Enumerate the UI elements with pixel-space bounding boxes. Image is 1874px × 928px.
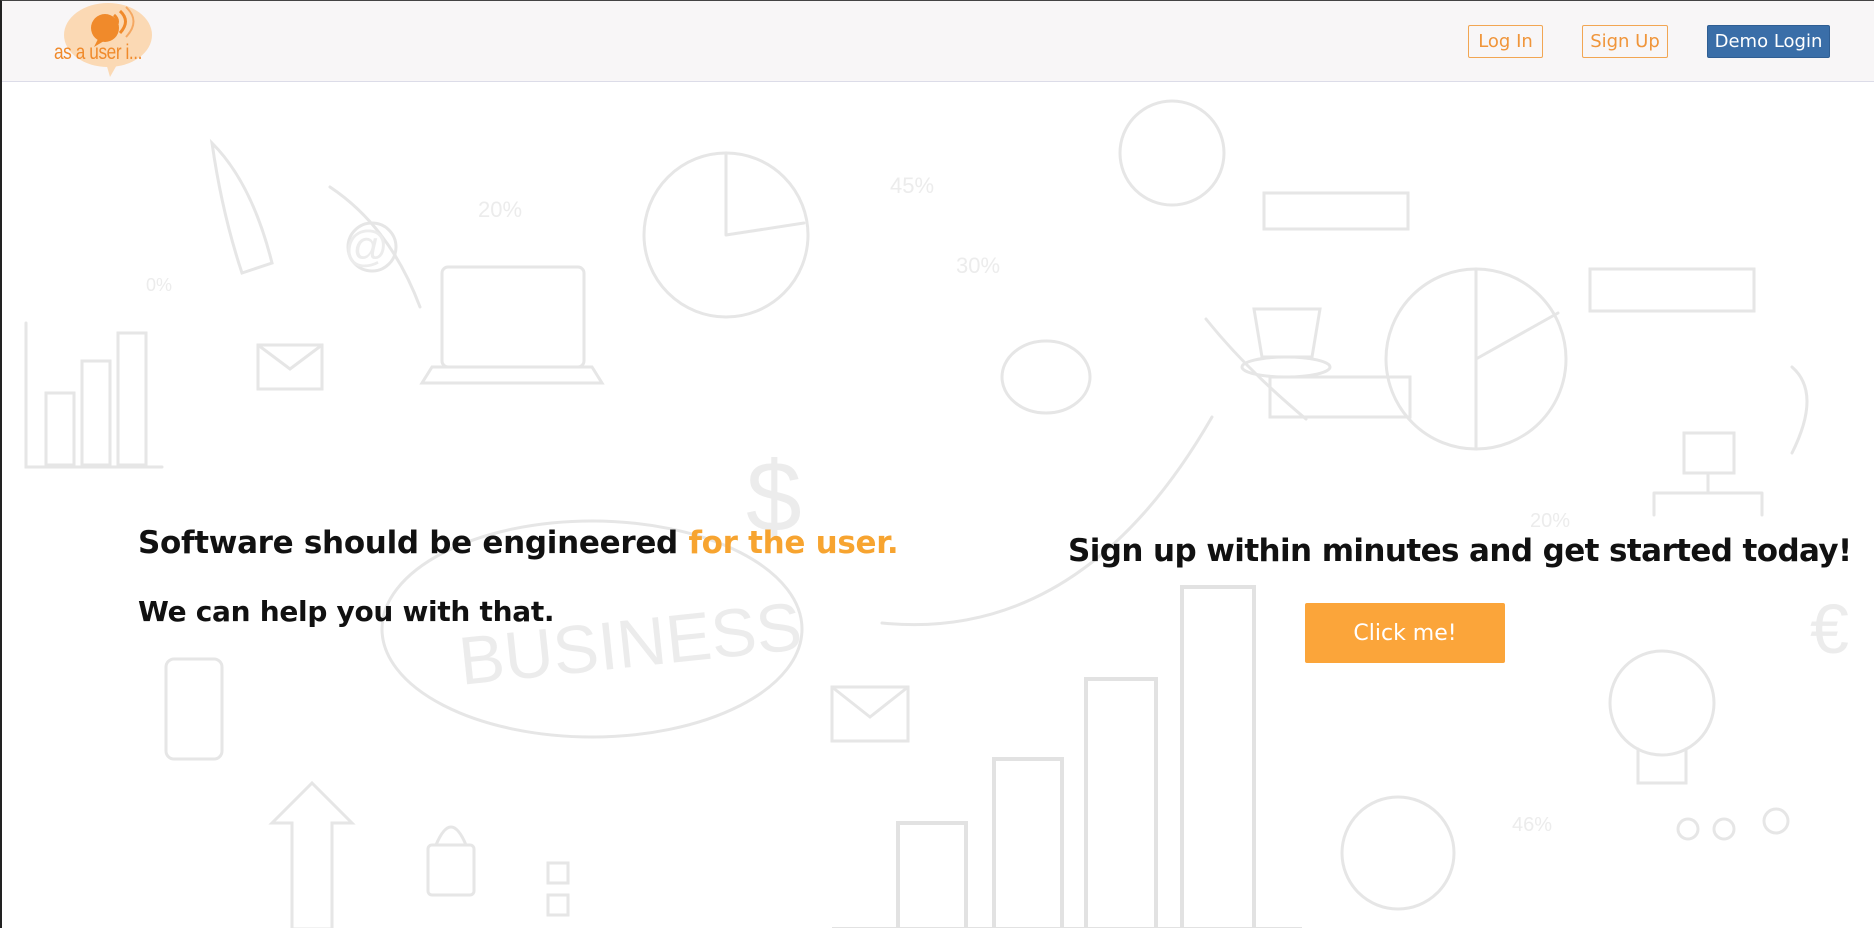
login-button[interactable]: Log In — [1468, 25, 1543, 58]
euro-doodle: € — [1810, 590, 1849, 668]
hero-tagline: Software should be engineered for the us… — [138, 525, 899, 561]
top-navbar: as a user i... Log In Sign Up Demo Login — [2, 1, 1874, 82]
percent-doodle: 46% — [1512, 814, 1552, 836]
hero-section: BUSINESS $ @ € 45% 30% 20% 46% 20% 0% So… — [2, 83, 1874, 928]
percent-doodle: 20% — [478, 197, 522, 222]
percent-doodle: 20% — [1530, 510, 1570, 532]
tagline-accent: for the user. — [688, 525, 899, 561]
business-doodle-background: BUSINESS $ @ € 45% 30% 20% 46% 20% 0% — [24, 99, 1849, 928]
signup-button[interactable]: Sign Up — [1582, 25, 1668, 58]
demo-login-button[interactable]: Demo Login — [1707, 25, 1830, 58]
speech-bubble-icon — [64, 3, 152, 77]
percent-doodle: 0% — [146, 275, 172, 295]
at-doodle: @ — [344, 222, 389, 271]
tagline-prefix: Software should be engineered — [138, 525, 689, 561]
cta-heading: Sign up within minutes and get started t… — [1068, 533, 1852, 569]
brand-logo-text: as a user i... — [54, 41, 143, 64]
percent-doodle: 45% — [890, 173, 934, 198]
brand-logo[interactable]: as a user i... — [50, 3, 156, 77]
cta-button[interactable]: Click me! — [1305, 603, 1505, 663]
hero-subline: We can help you with that. — [138, 595, 555, 628]
percent-doodle: 30% — [956, 253, 1000, 278]
